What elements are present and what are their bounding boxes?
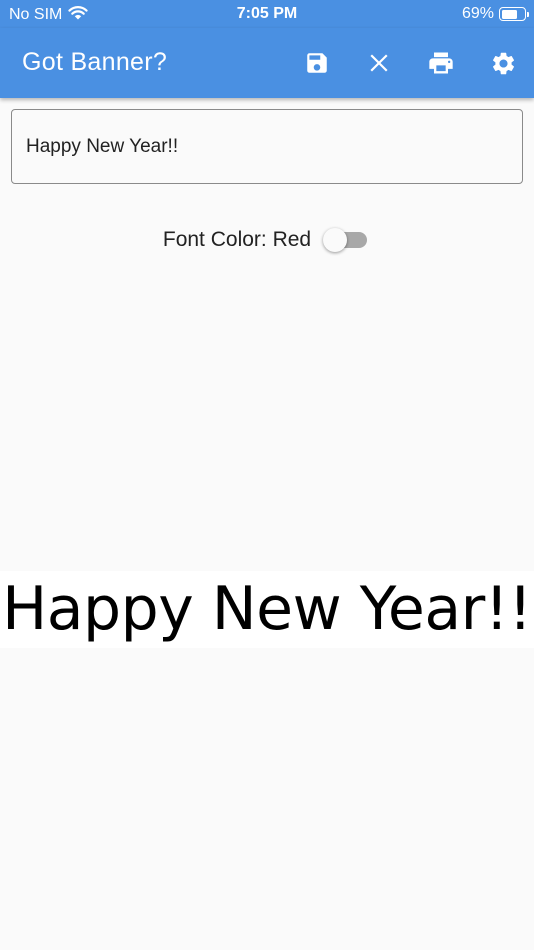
battery-level <box>501 9 517 19</box>
banner-text-input[interactable] <box>12 110 522 183</box>
save-icon <box>307 53 327 73</box>
settings-button[interactable] <box>487 47 519 79</box>
battery-status: 69% <box>461 5 529 23</box>
app-bar: Got Banner? <box>0 28 534 98</box>
print-button[interactable] <box>425 47 457 79</box>
clear-button[interactable] <box>363 47 395 79</box>
gear-icon <box>492 52 514 74</box>
app-screen: No SIM 7:05 PM 69% Got Banner? Happy New… <box>0 0 534 950</box>
print-icon <box>429 52 453 74</box>
switch-thumb <box>323 228 348 252</box>
status-bar: No SIM 7:05 PM 69% <box>0 0 534 28</box>
battery-icon <box>499 7 529 21</box>
font-color-label: Font Color: Red <box>162 228 312 251</box>
save-button[interactable] <box>301 47 333 79</box>
font-color-switch[interactable] <box>323 223 371 257</box>
banner-text-field[interactable] <box>11 109 523 184</box>
clock: 7:05 PM <box>236 5 298 22</box>
app-title: Got Banner? <box>22 48 168 76</box>
banner-preview-text: Happy New Year!! <box>2 574 532 644</box>
banner-preview: Happy New Year!! <box>0 571 534 648</box>
close-icon <box>370 54 388 72</box>
battery-percent: 69% <box>461 5 494 22</box>
font-color-setting: Font Color: Red <box>0 222 534 258</box>
